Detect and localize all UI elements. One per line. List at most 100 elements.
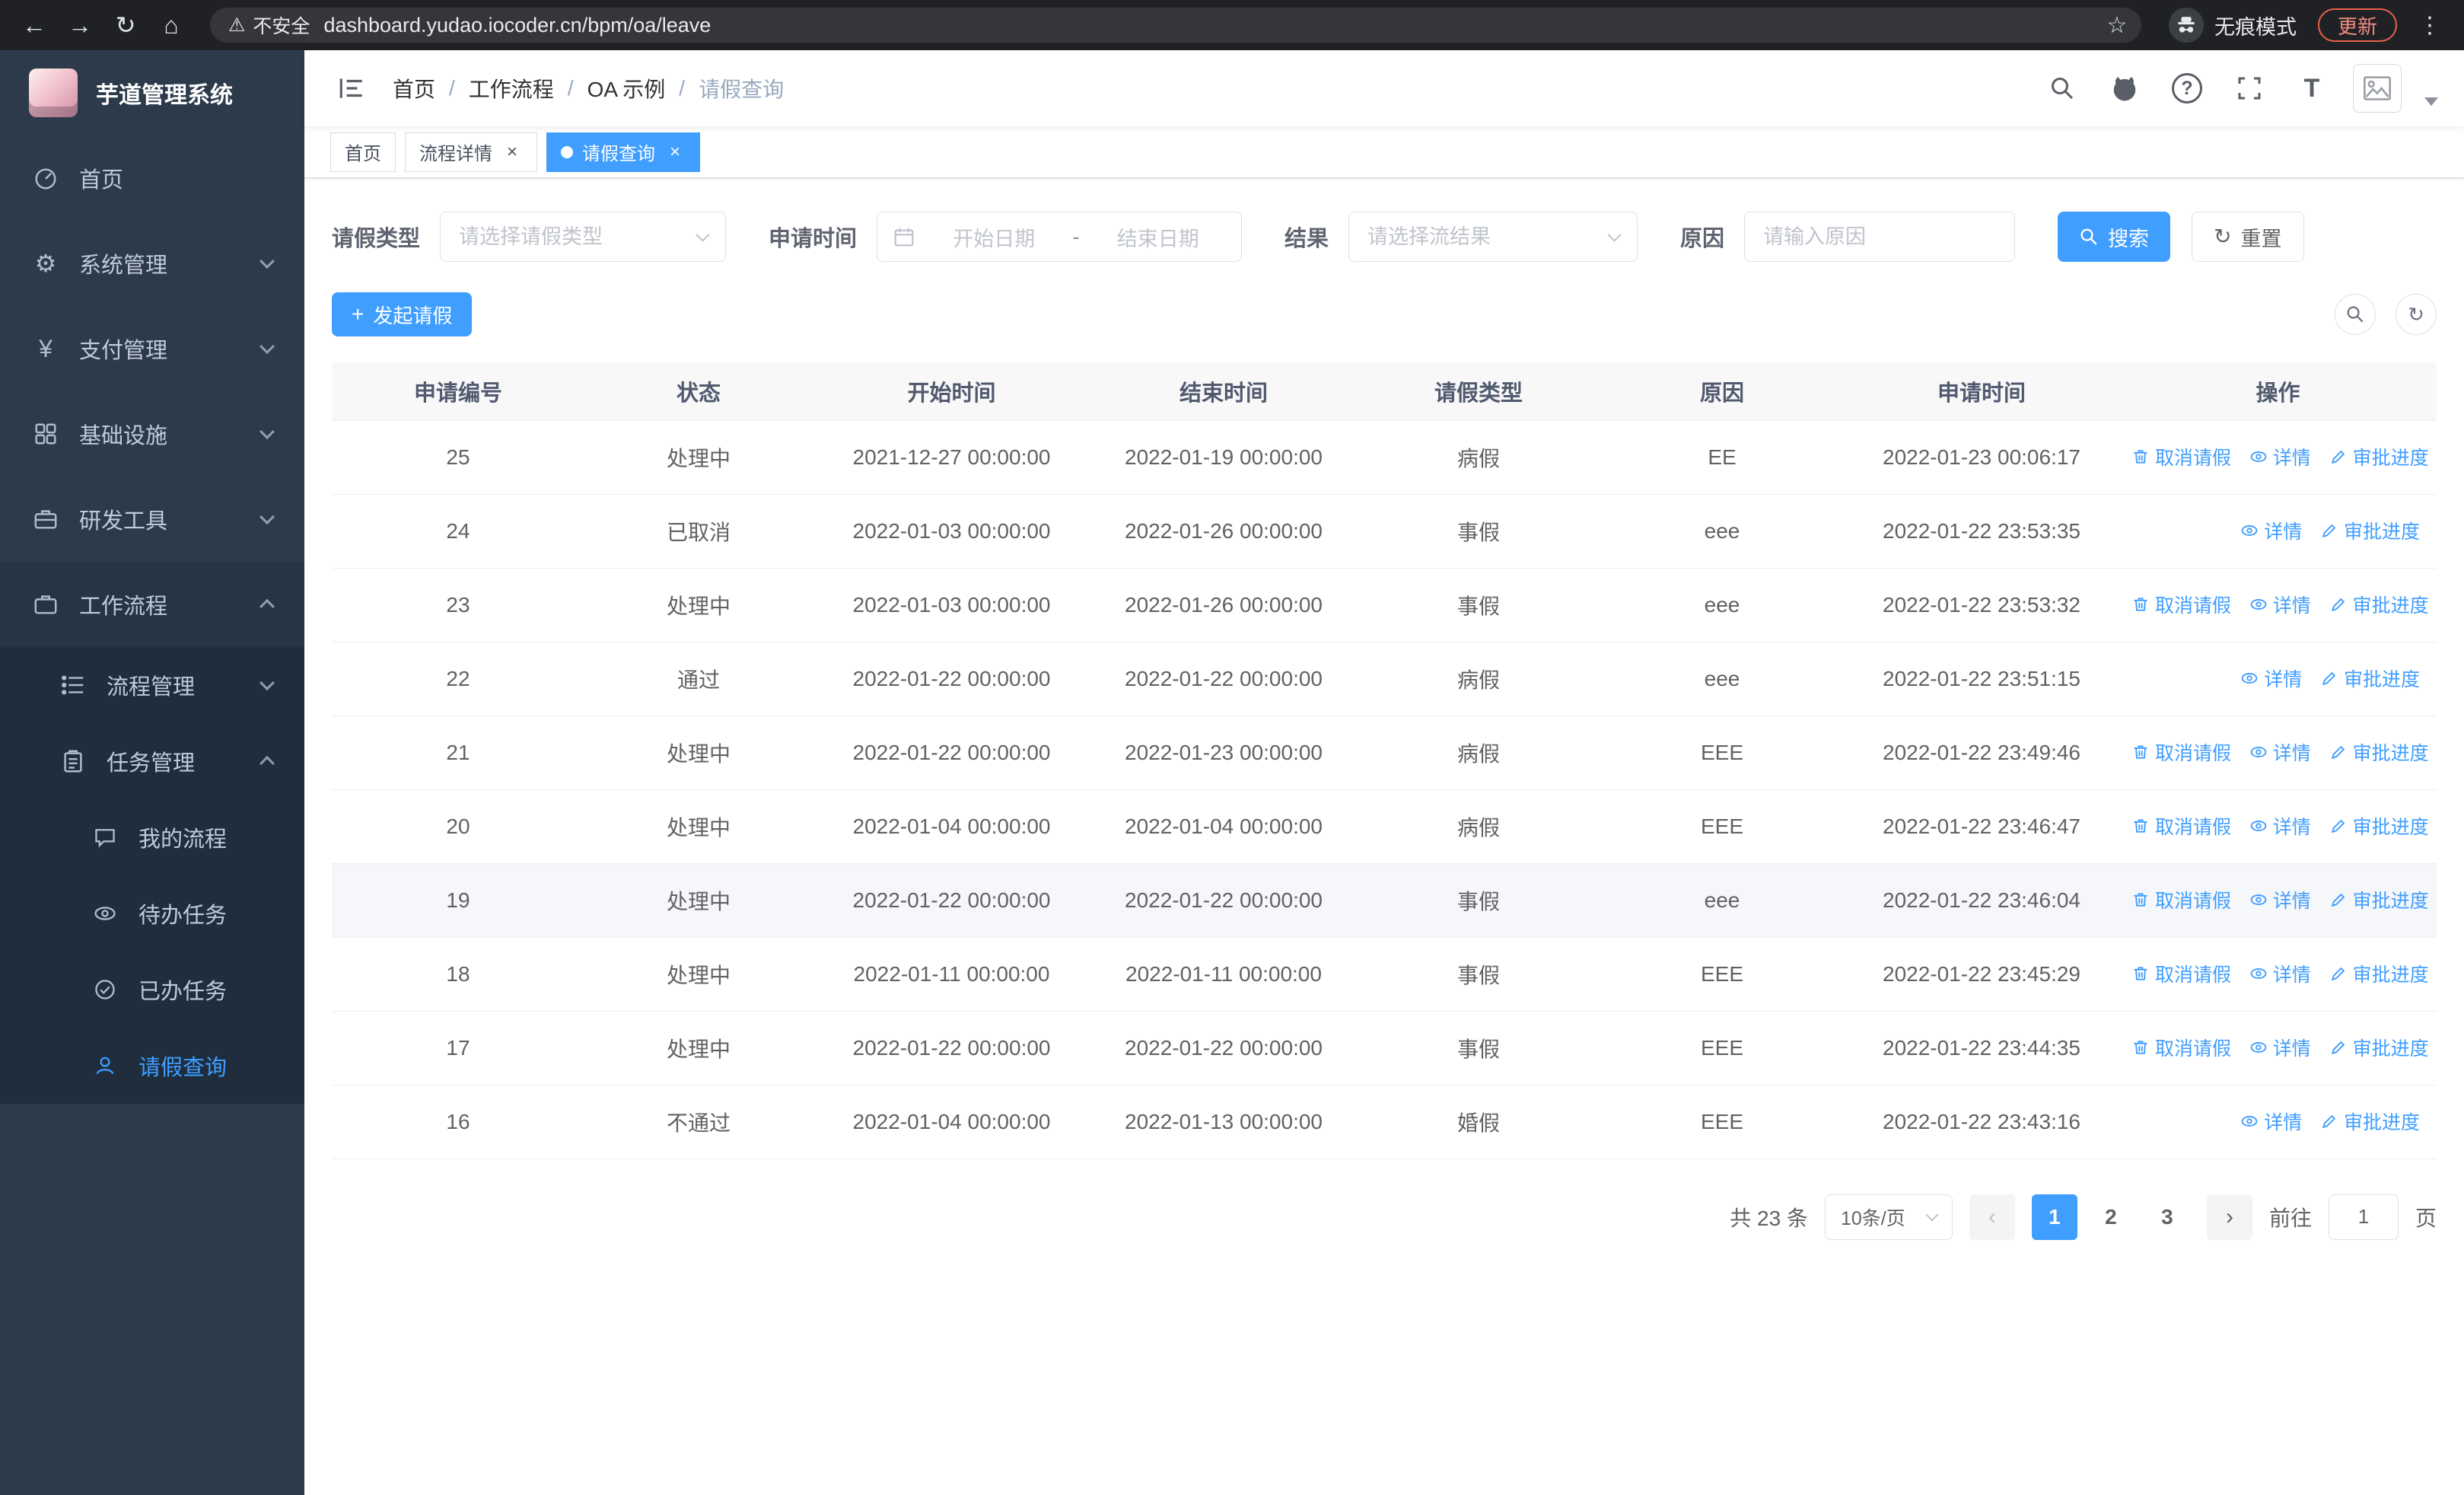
approval-progress-link[interactable]: 审批进度 (2329, 443, 2429, 470)
update-button[interactable]: 更新 (2317, 8, 2397, 42)
cancel-leave-link[interactable]: 取消请假 (2131, 1034, 2231, 1061)
breadcrumb-item[interactable]: 工作流程 (469, 73, 554, 104)
table-row[interactable]: 22 通过 2022-01-22 00:00:00 2022-01-22 00:… (332, 642, 2437, 716)
detail-link[interactable]: 详情 (2240, 1108, 2302, 1135)
table-refresh-button[interactable]: ↻ (2396, 294, 2437, 335)
result-select-input[interactable] (1348, 212, 1638, 262)
security-warning-chip[interactable]: ⚠ 不安全 (228, 11, 310, 39)
page-number-button[interactable]: 1 (2031, 1194, 2077, 1240)
table-row[interactable]: 19 处理中 2022-01-22 00:00:00 2022-01-22 00… (332, 863, 2437, 938)
close-icon[interactable]: × (501, 142, 523, 163)
tab[interactable]: 请假查询 × (546, 132, 700, 172)
cell-end-time: 2022-01-04 00:00:00 (1090, 789, 1357, 864)
sidebar-item-home[interactable]: 首页 (0, 135, 304, 221)
reset-button[interactable]: ↻ 重置 (2192, 212, 2304, 262)
table-row[interactable]: 17 处理中 2022-01-22 00:00:00 2022-01-22 00… (332, 1011, 2437, 1085)
approval-progress-link[interactable]: 审批进度 (2329, 591, 2429, 618)
sidebar-item-dev-tools[interactable]: 研发工具 (0, 477, 304, 562)
sidebar-item-workflow[interactable]: 工作流程 (0, 562, 304, 647)
end-date-placeholder[interactable]: 结束日期 (1090, 222, 1227, 252)
sidebar-item-process-management[interactable]: 流程管理 (0, 647, 304, 723)
page-number-button[interactable]: 2 (2088, 1194, 2134, 1240)
kebab-menu-icon[interactable]: ⋮ (2411, 6, 2449, 44)
detail-link[interactable]: 详情 (2240, 665, 2302, 692)
sidebar-item-infrastructure[interactable]: 基础设施 (0, 391, 304, 477)
goto-page-input[interactable] (2328, 1194, 2399, 1240)
sidebar-item-done-tasks[interactable]: 已办任务 (0, 952, 304, 1028)
next-page-button[interactable]: › (2206, 1194, 2252, 1240)
detail-link[interactable]: 详情 (2249, 960, 2311, 987)
create-leave-button[interactable]: + 发起请假 (332, 292, 473, 336)
approval-progress-link[interactable]: 审批进度 (2320, 517, 2420, 544)
sidebar-collapse-icon[interactable] (330, 67, 373, 110)
reason-input[interactable] (1744, 212, 2016, 262)
approval-progress-link[interactable]: 审批进度 (2329, 812, 2429, 840)
star-icon[interactable]: ☆ (2100, 8, 2134, 42)
cancel-leave-link[interactable]: 取消请假 (2131, 812, 2231, 840)
approval-progress-link[interactable]: 审批进度 (2320, 1108, 2420, 1135)
approval-progress-link[interactable]: 审批进度 (2329, 960, 2429, 987)
sidebar-item-system-management[interactable]: ⚙ 系统管理 (0, 221, 304, 306)
table-row[interactable]: 25 处理中 2021-12-27 00:00:00 2022-01-19 00… (332, 420, 2437, 495)
fullscreen-icon[interactable] (2228, 67, 2271, 110)
address-bar[interactable]: ⚠ 不安全 dashboard.yudao.iocoder.cn/bpm/oa/… (210, 8, 2141, 43)
cancel-leave-link[interactable]: 取消请假 (2131, 886, 2231, 913)
approval-progress-link[interactable]: 审批进度 (2329, 738, 2429, 766)
sidebar-item-task-management[interactable]: 任务管理 (0, 723, 304, 799)
sidebar-item-leave-query[interactable]: 请假查询 (0, 1028, 304, 1104)
forward-icon[interactable]: → (61, 6, 99, 44)
leave-table: 申请编号 状态 开始时间 结束时间 请假类型 原因 申请时间 操作 25 处理中 2021-1… (332, 362, 2437, 1159)
detail-link[interactable]: 详情 (2249, 1034, 2311, 1061)
sidebar-item-label: 工作流程 (79, 594, 168, 619)
sidebar-item-my-processes[interactable]: 我的流程 (0, 799, 304, 875)
prev-page-button[interactable]: ‹ (1969, 1194, 2015, 1240)
leave-type-select-input[interactable] (440, 212, 727, 262)
tab[interactable]: 流程详情 × (405, 132, 537, 172)
leave-type-select[interactable] (440, 212, 727, 262)
cancel-leave-link[interactable]: 取消请假 (2131, 960, 2231, 987)
help-icon[interactable]: ? (2166, 67, 2208, 110)
detail-link[interactable]: 详情 (2249, 443, 2311, 470)
search-button[interactable]: 搜索 (2058, 212, 2171, 262)
tab[interactable]: 首页 (330, 132, 396, 172)
table-row[interactable]: 16 不通过 2022-01-04 00:00:00 2022-01-13 00… (332, 1085, 2437, 1159)
detail-link[interactable]: 详情 (2240, 517, 2302, 544)
search-icon[interactable] (2041, 67, 2084, 110)
table-row[interactable]: 20 处理中 2022-01-04 00:00:00 2022-01-04 00… (332, 789, 2437, 864)
approval-progress-link[interactable]: 审批进度 (2329, 1034, 2429, 1061)
table-row[interactable]: 21 处理中 2022-01-22 00:00:00 2022-01-23 00… (332, 716, 2437, 790)
page-size-select[interactable]: 10条/页 (1824, 1194, 1953, 1240)
table-search-button[interactable] (2335, 294, 2376, 335)
cancel-leave-link[interactable]: 取消请假 (2131, 443, 2231, 470)
app-logo[interactable]: 芋道管理系统 (0, 50, 304, 135)
detail-link[interactable]: 详情 (2249, 886, 2311, 913)
approval-progress-link[interactable]: 审批进度 (2329, 886, 2429, 913)
reload-icon[interactable]: ↻ (107, 6, 145, 44)
approval-progress-link[interactable]: 审批进度 (2320, 665, 2420, 692)
breadcrumb-item[interactable]: 首页 (393, 73, 435, 104)
detail-link[interactable]: 详情 (2249, 591, 2311, 618)
sidebar-item-payment-management[interactable]: ¥ 支付管理 (0, 306, 304, 391)
start-date-placeholder[interactable]: 开始日期 (926, 222, 1062, 252)
date-range-picker[interactable]: 开始日期 - 结束日期 (877, 212, 1243, 262)
cancel-leave-link[interactable]: 取消请假 (2131, 591, 2231, 618)
font-size-icon[interactable]: T (2291, 67, 2333, 110)
home-icon[interactable]: ⌂ (152, 6, 190, 44)
url-text[interactable]: dashboard.yudao.iocoder.cn/bpm/oa/leave (323, 14, 2087, 37)
detail-link[interactable]: 详情 (2249, 738, 2311, 766)
table-row[interactable]: 24 已取消 2022-01-03 00:00:00 2022-01-26 00… (332, 494, 2437, 569)
result-select[interactable] (1348, 212, 1638, 262)
table-row[interactable]: 18 处理中 2022-01-11 00:00:00 2022-01-11 00… (332, 937, 2437, 1012)
chevron-down-icon (259, 509, 275, 525)
user-avatar[interactable] (2353, 64, 2402, 113)
detail-link[interactable]: 详情 (2249, 812, 2311, 840)
breadcrumb-item[interactable]: OA 示例 (587, 73, 666, 104)
sidebar-item-todo-tasks[interactable]: 待办任务 (0, 875, 304, 952)
page-number-button[interactable]: 3 (2144, 1194, 2190, 1240)
back-icon[interactable]: ← (15, 6, 53, 44)
caret-down-icon[interactable] (2424, 97, 2438, 106)
table-row[interactable]: 23 处理中 2022-01-03 00:00:00 2022-01-26 00… (332, 568, 2437, 642)
cancel-leave-link[interactable]: 取消请假 (2131, 738, 2231, 766)
close-icon[interactable]: × (664, 142, 686, 163)
github-icon[interactable] (2103, 67, 2146, 110)
